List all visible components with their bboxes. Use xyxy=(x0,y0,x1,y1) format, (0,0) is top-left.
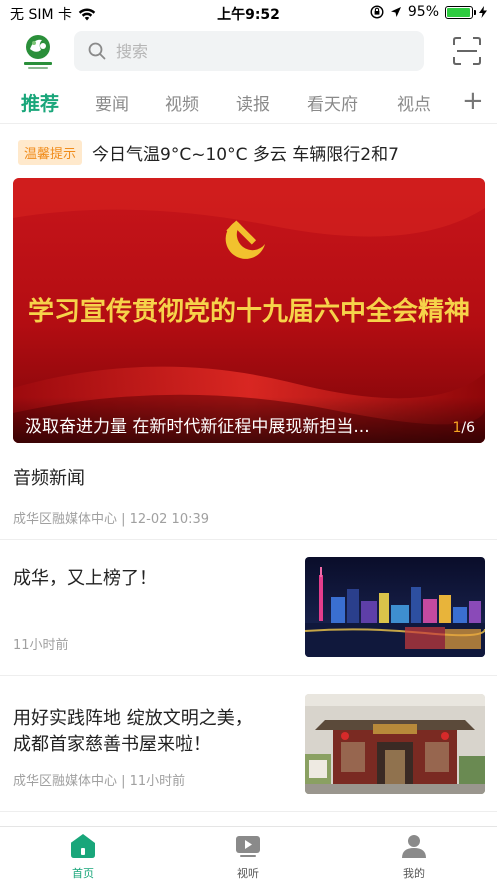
nav-home[interactable]: 首页 xyxy=(53,833,113,881)
tab-tianfu[interactable]: 看天府 xyxy=(307,90,358,115)
banner-headline: 学习宣传贯彻党的十九届六中全会精神 xyxy=(28,296,470,327)
news-title: 音频新闻 xyxy=(13,468,85,489)
nav-profile-label: 我的 xyxy=(403,867,425,880)
banner-carousel[interactable]: 学习宣传贯彻党的十九届六中全会精神 汲取奋进力量 在新时代新征程中展现新担当..… xyxy=(13,178,485,443)
charging-bolt-icon xyxy=(479,6,487,18)
news-meta: 11小时前 xyxy=(13,638,69,653)
search-input[interactable] xyxy=(116,41,396,61)
tab-video[interactable]: 视频 xyxy=(165,90,199,115)
battery-fill xyxy=(447,7,470,17)
status-bar: 无 SIM 卡 上午9:52 95% xyxy=(0,0,497,26)
nav-media-label: 视听 xyxy=(237,867,259,880)
notice-text: 今日气温9°C~10°C 多云 车辆限行2和7 xyxy=(92,144,399,165)
location-arrow-icon xyxy=(390,7,401,17)
notice-bar[interactable]: 温馨提示 今日气温9°C~10°C 多云 车辆限行2和7 xyxy=(18,138,399,166)
banner-pager: 1/6 xyxy=(452,420,475,436)
video-play-icon xyxy=(236,836,260,857)
home-icon xyxy=(71,834,95,858)
news-item[interactable]: 成华，又上榜了！ 11小时前 xyxy=(0,540,497,676)
bottom-nav: 首页 视听 我的 xyxy=(0,826,497,883)
tab-viewpoint[interactable]: 视点 xyxy=(397,90,431,115)
news-title-line2: 成都首家慈善书屋来啦！ xyxy=(13,734,211,755)
user-icon xyxy=(402,835,426,858)
news-meta: 成华区融媒体中心 | 12-02 10:39 xyxy=(13,512,210,527)
chenghua-logo-icon[interactable] xyxy=(20,32,56,70)
banner-caption-bar: 汲取奋进力量 在新时代新征程中展现新担当... 1/6 xyxy=(13,397,485,443)
search-icon xyxy=(88,42,106,60)
battery-icon xyxy=(445,5,476,19)
nav-media[interactable]: 视听 xyxy=(218,833,278,881)
news-item[interactable]: 音频新闻 成华区融媒体中心 | 12-02 10:39 xyxy=(0,452,497,540)
tab-recommend[interactable]: 推荐 xyxy=(21,89,59,116)
tab-read-newspaper[interactable]: 读报 xyxy=(236,90,270,115)
search-bar[interactable] xyxy=(74,31,424,71)
battery-percent: 95% xyxy=(407,4,439,20)
nav-profile[interactable]: 我的 xyxy=(384,833,444,881)
notice-badge: 温馨提示 xyxy=(18,139,83,165)
news-meta: 成华区融媒体中心 | 11小时前 xyxy=(13,774,186,789)
app-header xyxy=(0,26,497,76)
city-night-image xyxy=(305,557,485,657)
pager-total: /6 xyxy=(461,420,475,436)
nav-home-label: 首页 xyxy=(72,867,94,880)
news-item[interactable]: 用好实践阵地 绽放文明之美， 成都首家慈善书屋来啦！ 成华区融媒体中心 | 11… xyxy=(0,676,497,812)
charity-bookhouse-image xyxy=(305,694,485,794)
news-title-line1: 用好实践阵地 绽放文明之美， xyxy=(13,708,253,729)
banner-caption: 汲取奋进力量 在新时代新征程中展现新担当... xyxy=(25,417,370,437)
tab-headlines[interactable]: 要闻 xyxy=(95,90,129,115)
scan-icon[interactable] xyxy=(452,36,482,66)
orientation-lock-icon xyxy=(370,5,384,19)
news-title: 成华，又上榜了！ xyxy=(13,568,157,589)
add-tab-button[interactable]: + xyxy=(462,86,484,116)
category-tabs: 推荐 要闻 视频 读报 看天府 视点 + xyxy=(0,80,497,124)
